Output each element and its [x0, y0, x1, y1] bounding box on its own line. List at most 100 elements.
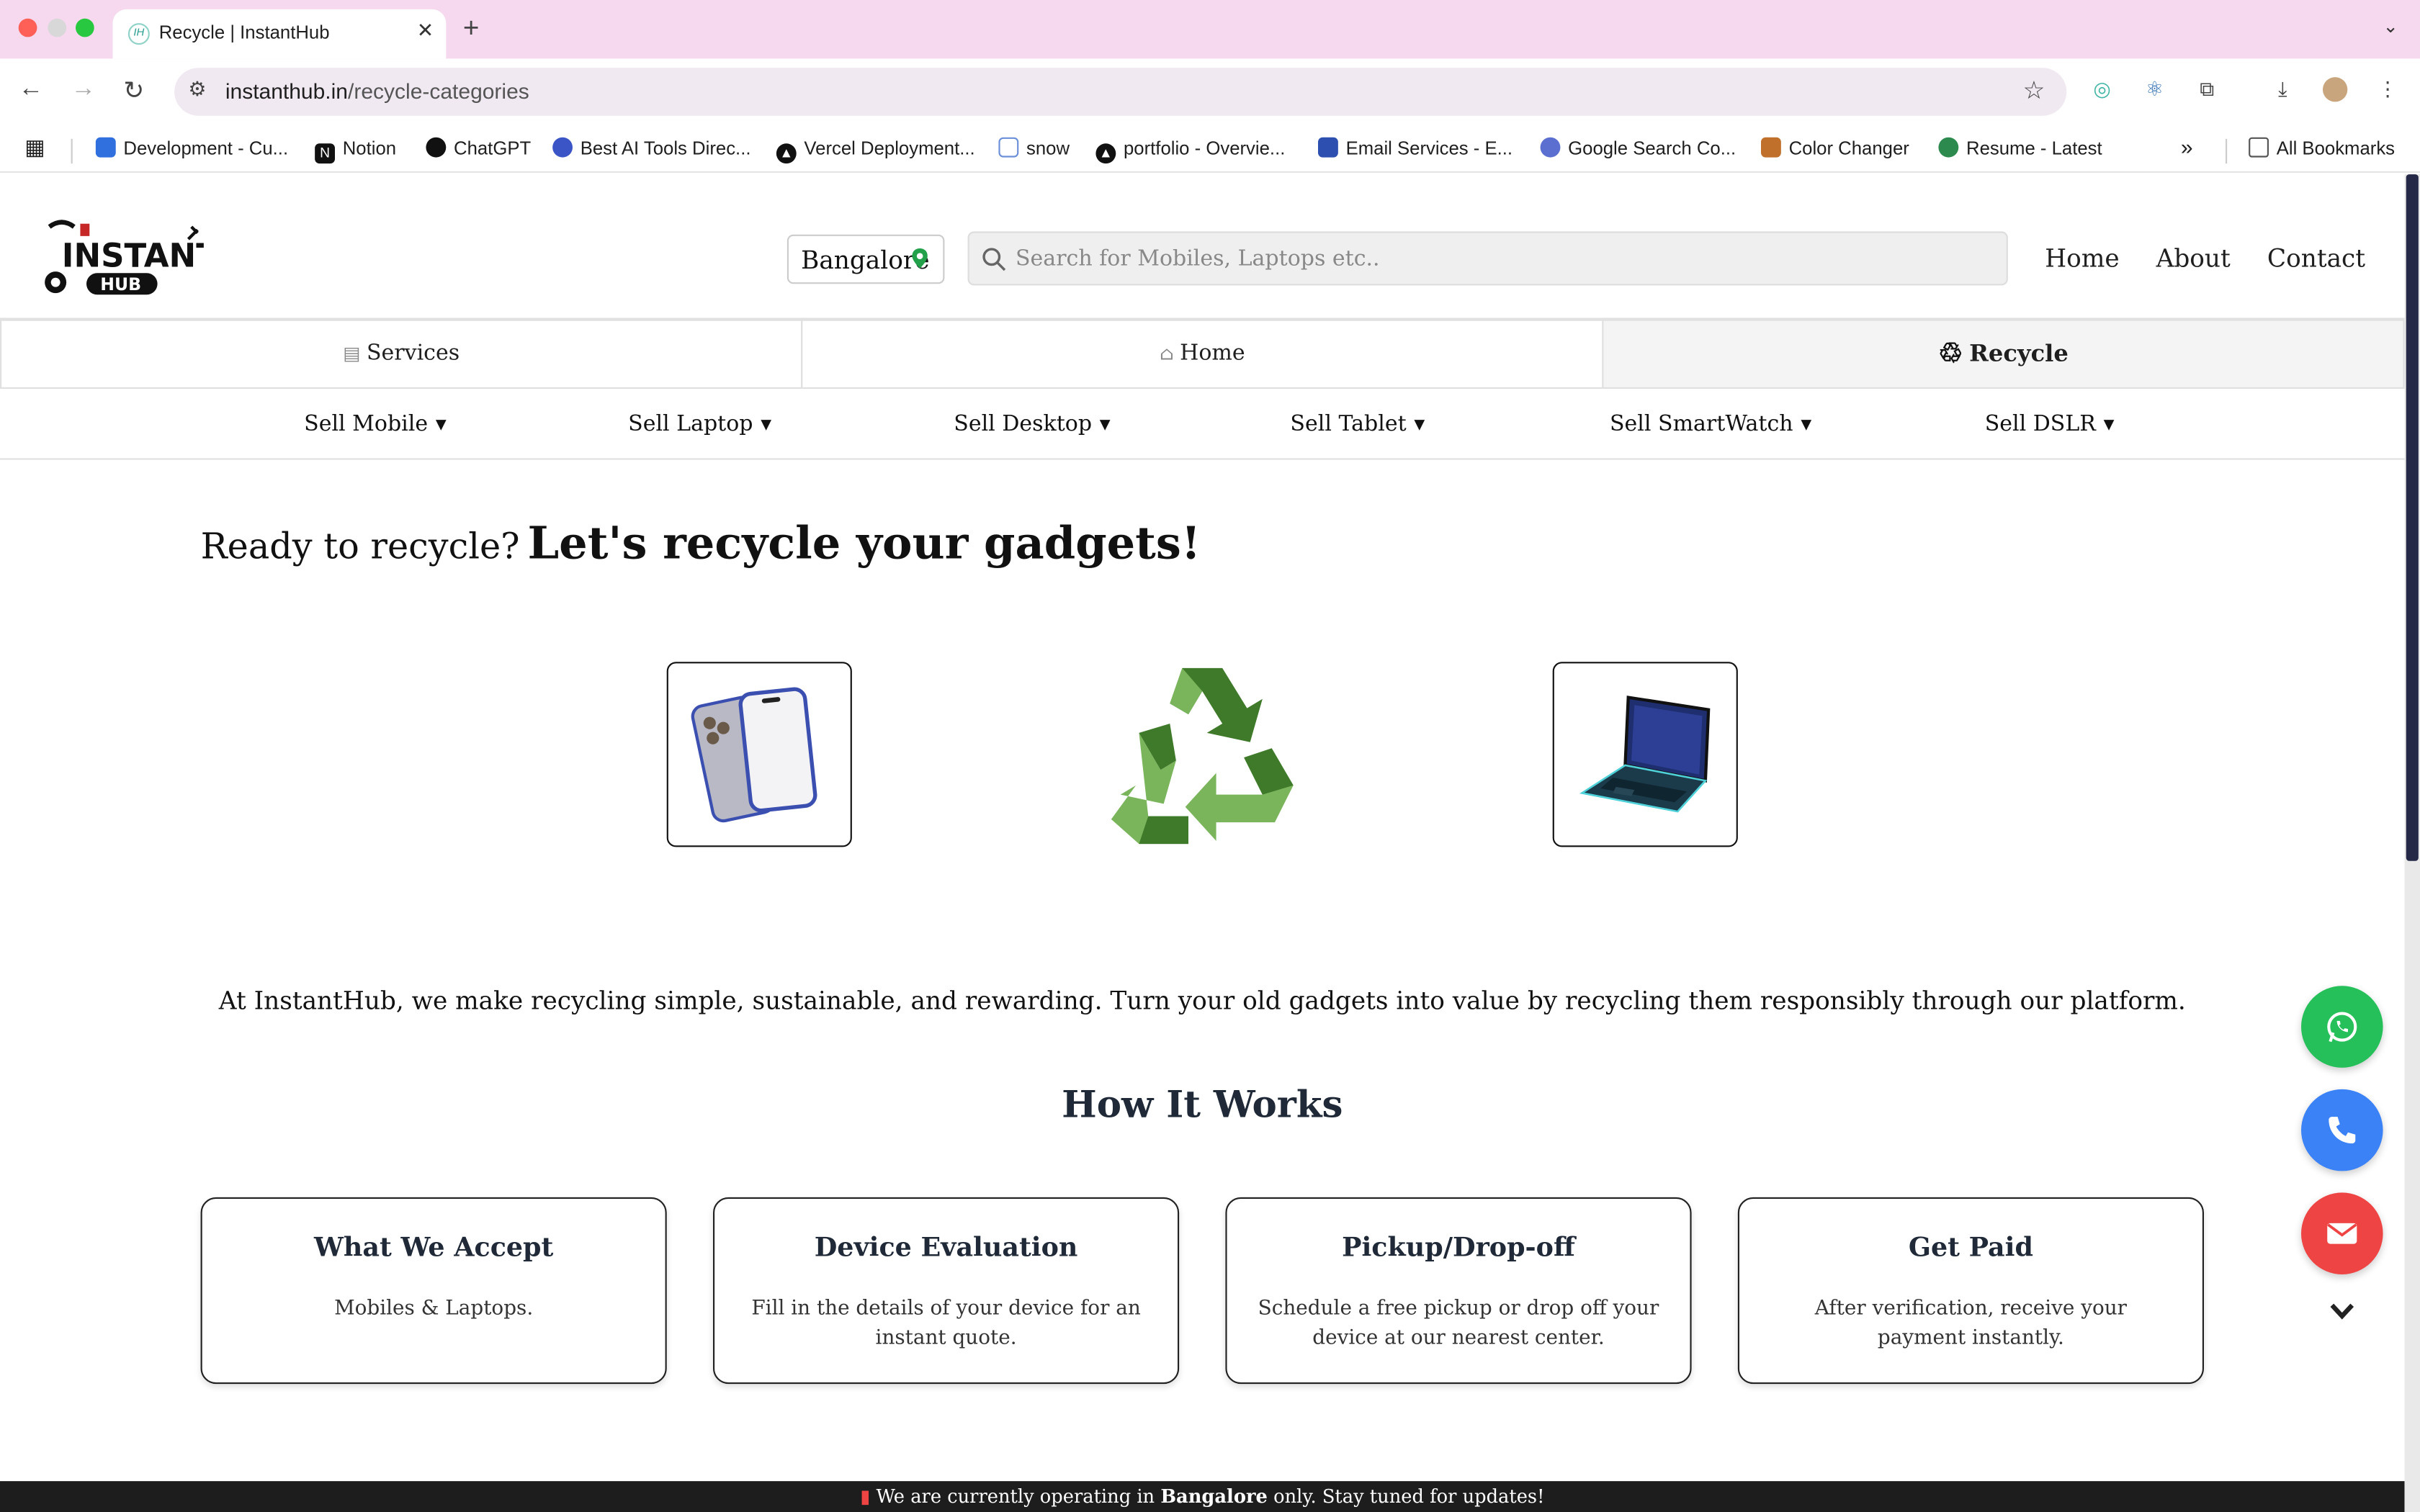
- whatsapp-button[interactable]: [2301, 986, 2383, 1068]
- email-button[interactable]: [2301, 1192, 2383, 1274]
- bookmark-item[interactable]: Color Changer: [1761, 137, 1909, 159]
- tab-home[interactable]: ⌂ Home: [801, 319, 1604, 389]
- scrollbar-thumb[interactable]: [2406, 174, 2419, 861]
- recycle-icon: [1111, 667, 1294, 845]
- sell-laptop-dropdown[interactable]: Sell Laptop ▼: [628, 412, 771, 436]
- chevron-down-icon: ▼: [1414, 418, 1425, 434]
- step-text: Fill in the details of your device for a…: [751, 1297, 1141, 1350]
- hero-title: Let's recycle your gadgets!: [527, 516, 1201, 570]
- browser-tab-strip: IH Recycle | InstantHub ✕ + ⌄: [0, 0, 2420, 59]
- close-window-button[interactable]: [18, 18, 37, 37]
- laptop-image: [1579, 696, 1711, 813]
- search-console-icon: [1540, 137, 1561, 158]
- site-info-icon[interactable]: ⚙: [188, 77, 206, 102]
- sell-smartwatch-dropdown[interactable]: Sell SmartWatch ▼: [1610, 412, 1811, 436]
- sell-tablet-dropdown[interactable]: Sell Tablet ▼: [1290, 412, 1425, 436]
- mail-icon: [2327, 1223, 2357, 1244]
- chevron-down-icon: ▼: [1801, 418, 1812, 434]
- browser-tab-active[interactable]: IH Recycle | InstantHub ✕: [112, 9, 447, 59]
- bookmark-item[interactable]: ChatGPT: [426, 137, 531, 159]
- maximize-window-button[interactable]: [76, 18, 94, 37]
- vercel-icon: ▲: [776, 143, 797, 164]
- tab-services[interactable]: ▤ Services: [0, 319, 803, 389]
- site-header: INSTANT HUB Bangalore Home About Contact: [0, 174, 2405, 320]
- step-title: What We Accept: [313, 1233, 554, 1264]
- more-bookmarks-icon[interactable]: »: [2181, 134, 2193, 158]
- bookmark-item[interactable]: ▲ Vercel Deployment...: [776, 138, 975, 164]
- new-tab-button[interactable]: +: [463, 12, 480, 45]
- page-tabs: ▤ Services ⌂ Home ♲ Recycle: [0, 319, 2405, 389]
- whatsapp-icon: [2327, 1012, 2357, 1043]
- chevron-down-icon: ▼: [435, 418, 447, 434]
- sell-mobile-dropdown[interactable]: Sell Mobile ▼: [304, 412, 447, 436]
- nav-about-link[interactable]: About: [2156, 244, 2231, 274]
- location-selector[interactable]: Bangalore: [786, 234, 945, 284]
- instanthub-logo[interactable]: INSTANT HUB: [40, 215, 218, 301]
- page-scrollbar[interactable]: [2404, 174, 2420, 1512]
- step-text: Schedule a free pickup or drop off your …: [1258, 1297, 1659, 1350]
- bookmark-item[interactable]: Google Search Co...: [1540, 137, 1736, 159]
- all-bookmarks-folder[interactable]: All Bookmarks: [2249, 137, 2395, 159]
- apps-grid-icon[interactable]: ▦: [24, 134, 45, 160]
- logo-text-bottom: HUB: [100, 274, 141, 294]
- chevron-down-icon: ▼: [2103, 418, 2115, 434]
- address-bar[interactable]: ⚙ instanthub.in/recycle-categories ☆: [174, 68, 2067, 116]
- download-icon[interactable]: ⤓: [2270, 77, 2295, 102]
- chevron-down-icon[interactable]: [2329, 1302, 2355, 1321]
- step-title: Pickup/Drop-off: [1342, 1233, 1575, 1264]
- bookmarks-separator: [71, 138, 73, 164]
- logo-text-top: INSTANT: [62, 237, 204, 275]
- bookmark-item[interactable]: Best AI Tools Direc...: [552, 137, 751, 159]
- gear-icon: [552, 137, 573, 158]
- back-arrow-icon[interactable]: ←: [19, 76, 43, 104]
- bookmark-item[interactable]: Resume - Latest: [1938, 137, 2102, 159]
- page-content: INSTANT HUB Bangalore Home About Contact…: [0, 174, 2405, 1512]
- smartphone-image: [691, 687, 817, 823]
- bookmark-item[interactable]: ▲ portfolio - Overvie...: [1095, 138, 1285, 164]
- recycle-laptop-card[interactable]: [1552, 662, 1738, 847]
- briefcase-icon: ▤: [343, 342, 361, 364]
- step-title: Get Paid: [1908, 1233, 2033, 1264]
- tools-icon: [1761, 137, 1781, 158]
- notion-icon: N: [315, 143, 335, 164]
- vercel-icon: ▲: [1095, 143, 1116, 164]
- tab-search-chevron-icon[interactable]: ⌄: [2383, 15, 2398, 37]
- window-icon: [998, 137, 1019, 158]
- step-card: Device Evaluation Fill in the details of…: [712, 1197, 1180, 1385]
- nav-home-link[interactable]: Home: [2045, 244, 2119, 274]
- sell-dslr-dropdown[interactable]: Sell DSLR ▼: [1985, 412, 2115, 436]
- browser-menu-icon[interactable]: ⋮: [2375, 77, 2400, 102]
- recycle-icon: ♲: [1938, 338, 1963, 371]
- extensions-puzzle-icon[interactable]: ⧉: [2195, 77, 2219, 102]
- bookmark-item[interactable]: snow: [998, 137, 1070, 159]
- reload-icon[interactable]: ↻: [123, 76, 144, 107]
- step-card: What We Accept Mobiles & Laptops.: [200, 1197, 667, 1385]
- search-icon: [982, 248, 1006, 271]
- react-devtools-icon[interactable]: ⚛: [2142, 77, 2166, 102]
- bookmark-item[interactable]: N Notion: [315, 138, 396, 164]
- step-text: Mobiles & Laptops.: [334, 1297, 534, 1321]
- sell-menu: Sell Mobile ▼ Sell Laptop ▼ Sell Desktop ▼ …: [0, 389, 2405, 460]
- jira-icon: [95, 137, 116, 158]
- tab-close-icon[interactable]: ✕: [417, 19, 434, 43]
- search-box: [967, 231, 2008, 286]
- bookmarks-separator: [2226, 138, 2228, 164]
- call-button[interactable]: [2301, 1089, 2383, 1171]
- extension-icon[interactable]: ◎: [2089, 77, 2114, 102]
- search-input[interactable]: [1016, 233, 1988, 284]
- recycle-mobile-card[interactable]: [666, 662, 852, 847]
- chevron-down-icon: ▼: [1099, 418, 1111, 434]
- location-label: Bangalore: [801, 245, 930, 275]
- minimize-window-button[interactable]: [48, 18, 67, 37]
- home-icon: ⌂: [1159, 342, 1174, 364]
- profile-avatar[interactable]: [2323, 77, 2348, 102]
- leaf-icon: [1938, 137, 1959, 158]
- bookmark-item[interactable]: Email Services - E...: [1318, 137, 1512, 159]
- forward-arrow-icon[interactable]: →: [71, 76, 96, 104]
- sell-desktop-dropdown[interactable]: Sell Desktop ▼: [954, 412, 1110, 436]
- nav-contact-link[interactable]: Contact: [2267, 244, 2365, 274]
- bookmark-star-icon[interactable]: ☆: [2023, 76, 2045, 107]
- location-pin-icon: [912, 248, 928, 269]
- bookmark-item[interactable]: Development - Cu...: [95, 137, 288, 159]
- tab-recycle[interactable]: ♲ Recycle: [1602, 319, 2405, 389]
